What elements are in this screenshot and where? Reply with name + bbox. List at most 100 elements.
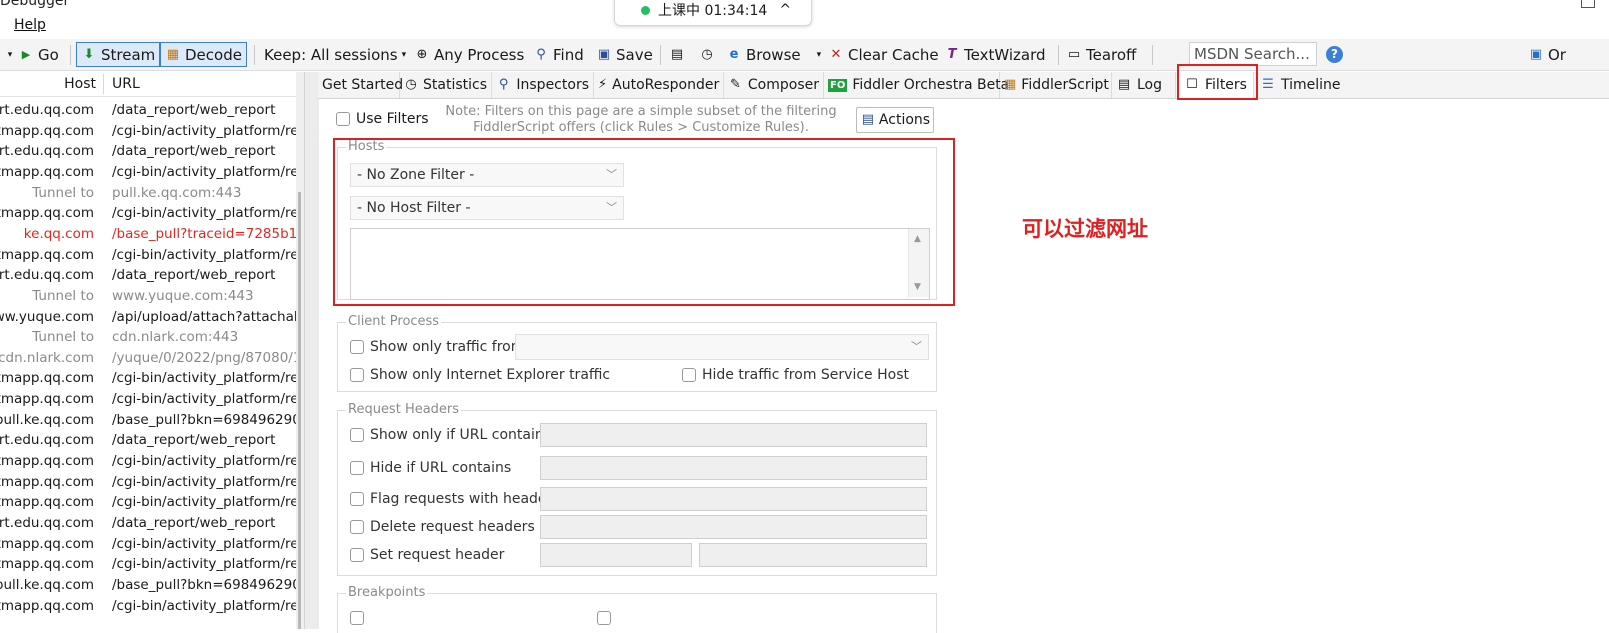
- process-dropdown[interactable]: ﹀: [515, 334, 929, 360]
- session-row[interactable]: pull.ke.qq.com/base_pull?bkn=698496290&t: [0, 410, 298, 431]
- tab-label: Log: [1137, 77, 1163, 93]
- breakpoint-checkbox[interactable]: [350, 610, 364, 625]
- filters-tab-highlight: [1177, 64, 1258, 100]
- online-button[interactable]: ▣ Or: [1528, 39, 1566, 70]
- column-divider[interactable]: [103, 74, 104, 94]
- set-request-header-value-input[interactable]: [699, 543, 927, 567]
- session-list-scroll-thumb[interactable]: [298, 192, 301, 629]
- tab-statistics[interactable]: ◷ Statistics: [400, 72, 492, 98]
- delete-request-headers-input[interactable]: [540, 515, 927, 539]
- session-row[interactable]: tmapp.qq.com/cgi-bin/activity_platform/r…: [0, 472, 298, 493]
- tab-fiddlerscript[interactable]: ▦ FiddlerScript: [1000, 72, 1112, 98]
- tab-log[interactable]: ▤ Log: [1112, 72, 1176, 98]
- tab-inspectors[interactable]: ⚲ Inspectors: [492, 72, 594, 98]
- tab-autoresponder[interactable]: ⚡ AutoResponder: [594, 72, 724, 98]
- session-row[interactable]: tmapp.qq.com/cgi-bin/activity_platform/r…: [0, 534, 298, 555]
- session-url: /cgi-bin/activity_platform/repo: [112, 473, 298, 490]
- tab-fiddler-orchestra[interactable]: FO Fiddler Orchestra Beta: [824, 72, 1009, 98]
- flag-requests-checkbox[interactable]: Flag requests with headers: [350, 491, 560, 507]
- any-process-button[interactable]: ⊕ Any Process: [414, 39, 525, 70]
- session-row[interactable]: tmapp.qq.com/cgi-bin/activity_platform/r…: [0, 596, 298, 617]
- restore-window-icon[interactable]: [1581, 0, 1595, 8]
- session-row[interactable]: tmapp.qq.com/cgi-bin/activity_platform/r…: [0, 203, 298, 224]
- browse-button[interactable]: e Browse ▾: [726, 39, 822, 70]
- text-wizard-button[interactable]: T TextWizard: [944, 39, 1046, 70]
- tab-composer[interactable]: ✎ Composer: [724, 72, 824, 98]
- hide-if-url-contains-input[interactable]: [540, 456, 927, 480]
- tab-get-started[interactable]: Get Started: [318, 72, 403, 98]
- save-icon: ▣: [597, 46, 611, 62]
- actions-button[interactable]: ▤ Actions: [856, 107, 934, 133]
- checkbox-box: [336, 112, 350, 126]
- delete-request-headers-checkbox[interactable]: Delete request headers: [350, 519, 535, 535]
- find-button[interactable]: ⚲ Find: [533, 39, 584, 70]
- breakpoint-checkbox[interactable]: [597, 610, 611, 625]
- dropdown-arrow-icon[interactable]: ▾: [2, 39, 18, 70]
- save-button[interactable]: ▣ Save: [596, 39, 653, 70]
- delete-request-headers-label: Delete request headers: [370, 519, 535, 535]
- session-row[interactable]: tmapp.qq.com/cgi-bin/activity_platform/r…: [0, 389, 298, 410]
- recording-indicator[interactable]: 上课中 01:34:14 ^: [614, 0, 812, 26]
- set-request-header-name-input[interactable]: [540, 543, 692, 567]
- session-host: pull.ke.qq.com: [0, 411, 94, 428]
- screenshot-button[interactable]: ▤: [669, 39, 685, 70]
- session-host: tmapp.qq.com: [0, 391, 94, 408]
- session-row[interactable]: tmapp.qq.com/cgi-bin/activity_platform/r…: [0, 245, 298, 266]
- pane-splitter[interactable]: [304, 72, 319, 629]
- browse-label: Browse: [746, 45, 801, 64]
- flag-requests-input[interactable]: [540, 487, 927, 511]
- session-row[interactable]: report.edu.qq.com/data_report/web_report: [0, 430, 296, 451]
- session-host: tmapp.qq.com: [0, 205, 94, 222]
- menu-help[interactable]: Help: [14, 17, 46, 33]
- msdn-search-input[interactable]: MSDN Search...: [1189, 42, 1317, 66]
- timer-button[interactable]: ◷: [699, 39, 715, 70]
- client-process-title: Client Process: [346, 314, 442, 329]
- session-row[interactable]: tmapp.qq.com/cgi-bin/activity_platform/r…: [0, 554, 298, 575]
- session-row[interactable]: cdn.nlark.com/yuque/0/2022/png/87080/16: [0, 348, 298, 369]
- hide-if-url-contains-label: Hide if URL contains: [370, 460, 512, 476]
- tab-timeline[interactable]: ☰ Timeline: [1256, 72, 1346, 98]
- hide-service-host-checkbox[interactable]: Hide traffic from Service Host: [682, 367, 909, 383]
- session-row[interactable]: report.edu.qq.com/data_report/web_report: [0, 513, 296, 534]
- show-only-traffic-from-checkbox[interactable]: Show only traffic from: [350, 339, 524, 355]
- session-row[interactable]: www.yuque.com/api/upload/attach?attachab…: [0, 307, 298, 328]
- set-request-header-checkbox[interactable]: Set request header: [350, 547, 504, 563]
- stream-button[interactable]: ⬇ Stream: [76, 42, 161, 67]
- session-row[interactable]: pull.ke.qq.com/base_pull?bkn=698496290&t: [0, 575, 298, 596]
- decode-label: Decode: [185, 45, 242, 64]
- show-only-ie-checkbox[interactable]: Show only Internet Explorer traffic: [350, 367, 610, 383]
- session-url: cdn.nlark.com:443: [112, 329, 239, 346]
- session-row[interactable]: report.edu.qq.com/data_report/web_report: [0, 265, 296, 286]
- hide-if-url-contains-checkbox[interactable]: Hide if URL contains: [350, 460, 511, 476]
- help-icon[interactable]: ?: [1326, 46, 1343, 63]
- go-button[interactable]: ▶ Go: [18, 39, 59, 70]
- chevron-down-icon: ﹀: [911, 340, 922, 353]
- clear-cache-button[interactable]: ✕ Clear Cache: [828, 39, 939, 70]
- session-row[interactable]: tmapp.qq.com/cgi-bin/activity_platform/r…: [0, 368, 298, 389]
- decode-button[interactable]: ▦ Decode: [160, 42, 247, 67]
- toolbar-separator: [1058, 45, 1059, 65]
- checkbox-box: [350, 461, 364, 475]
- column-header-host[interactable]: Host: [64, 76, 96, 92]
- column-header-url[interactable]: URL: [112, 76, 140, 92]
- keep-sessions-dropdown[interactable]: Keep: All sessions ▾: [264, 39, 406, 70]
- session-row[interactable]: tmapp.qq.com/cgi-bin/activity_platform/r…: [0, 492, 298, 513]
- session-row[interactable]: Tunnel to pull.ke.qq.com:443: [0, 183, 296, 204]
- tearoff-button[interactable]: ▭ Tearoff: [1066, 39, 1137, 70]
- stopwatch-icon: ◷: [405, 77, 417, 92]
- session-row[interactable]: report.edu.qq.com/data_report/web_report: [0, 141, 296, 162]
- session-url: pull.ke.qq.com:443: [112, 184, 242, 201]
- session-row[interactable]: ke.qq.com/base_pull?traceid=7285b1159: [0, 224, 298, 245]
- session-row[interactable]: tmapp.qq.com/cgi-bin/activity_platform/r…: [0, 121, 298, 142]
- session-row[interactable]: Tunnel to cdn.nlark.com:443: [0, 327, 296, 348]
- toolbar-separator: [1152, 45, 1153, 65]
- use-filters-checkbox[interactable]: Use Filters: [336, 111, 429, 127]
- session-row[interactable]: Tunnel to www.yuque.com:443: [0, 286, 296, 307]
- session-row[interactable]: tmapp.qq.com/cgi-bin/activity_platform/r…: [0, 162, 298, 183]
- show-if-url-contains-input[interactable]: [540, 423, 927, 447]
- session-url: /cgi-bin/activity_platform/repo: [112, 556, 298, 573]
- session-row[interactable]: report.edu.qq.com/data_report/web_report: [0, 100, 296, 121]
- session-url: /data_report/web_report: [112, 143, 276, 160]
- session-row[interactable]: tmapp.qq.com/cgi-bin/activity_platform/r…: [0, 451, 298, 472]
- show-if-url-contains-checkbox[interactable]: Show only if URL contains: [350, 427, 551, 443]
